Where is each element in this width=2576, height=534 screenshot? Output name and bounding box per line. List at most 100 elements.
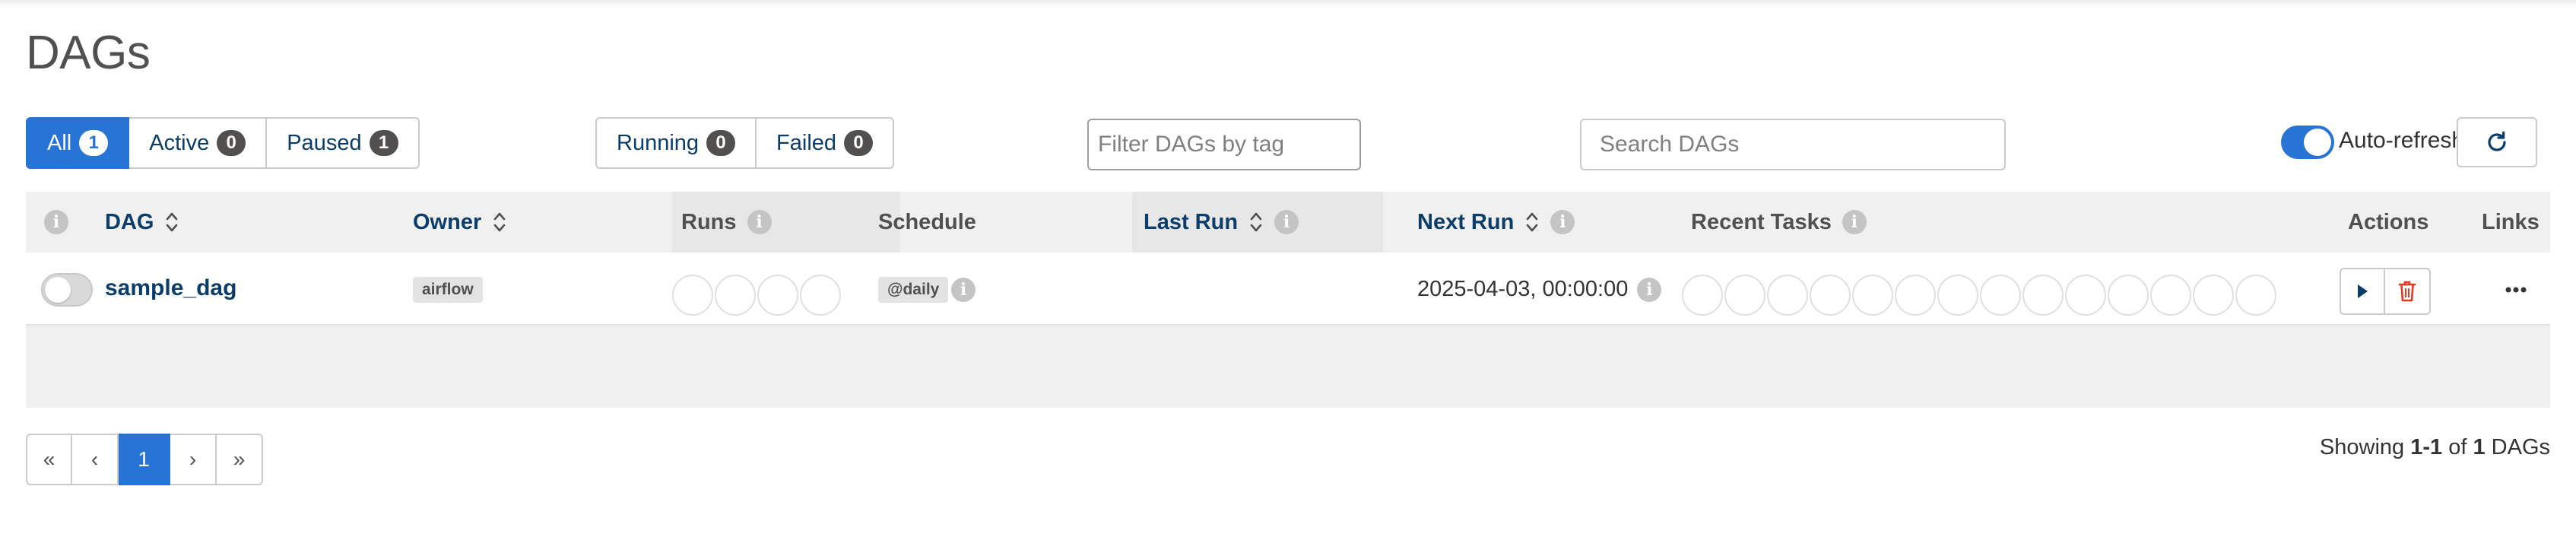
last-page-button[interactable]: » — [217, 434, 263, 485]
run-state-circle[interactable] — [757, 275, 798, 316]
showing-summary: Showing 1-1 of 1 DAGs — [2320, 435, 2550, 460]
filter-paused-count: 1 — [369, 130, 398, 156]
refresh-icon — [2488, 131, 2506, 151]
filter-active-label: Active — [149, 130, 210, 155]
filter-all-count: 1 — [79, 130, 109, 156]
owner-label[interactable]: airflow — [413, 277, 483, 303]
summary-suffix: DAGs — [2491, 435, 2550, 459]
run-state-circle[interactable] — [715, 275, 756, 316]
header-recent-tasks: Recent Tasks i — [1691, 192, 1867, 253]
header-owner-label: Owner — [413, 209, 482, 234]
filter-running-button[interactable]: Running 0 — [595, 117, 757, 169]
task-state-circle[interactable] — [1767, 275, 1808, 316]
ellipsis-icon[interactable] — [2505, 278, 2527, 301]
run-filter-group: Running 0 Failed 0 — [595, 117, 895, 169]
delete-dag-button[interactable] — [2385, 268, 2431, 315]
info-icon[interactable]: i — [1637, 277, 1662, 302]
filter-failed-button[interactable]: Failed 0 — [757, 117, 895, 169]
dags-table: i DAG Owner Runs i Schedule Last Run i N… — [26, 192, 2550, 408]
search-dags-input[interactable] — [1580, 119, 2006, 170]
header-owner[interactable]: Owner — [413, 192, 507, 253]
sort-icon — [493, 212, 506, 232]
header-runs: Runs i — [681, 192, 772, 253]
summary-prefix: Showing — [2319, 435, 2405, 459]
page-title: DAGs — [26, 27, 151, 79]
filter-running-label: Running — [617, 130, 700, 155]
task-state-circle[interactable] — [2022, 275, 2064, 316]
task-state-circle[interactable] — [2193, 275, 2234, 316]
header-dag[interactable]: DAG — [105, 192, 179, 253]
filter-failed-count: 0 — [844, 130, 874, 156]
refresh-button[interactable] — [2457, 117, 2537, 167]
table-empty-area — [26, 326, 2550, 408]
first-page-button[interactable]: « — [26, 434, 72, 485]
task-state-circle[interactable] — [1980, 275, 2021, 316]
filter-active-button[interactable]: Active 0 — [129, 117, 268, 169]
task-state-circle[interactable] — [2150, 275, 2191, 316]
header-actions-label: Actions — [2348, 209, 2429, 234]
info-icon[interactable]: i — [747, 210, 772, 234]
next-page-button[interactable]: › — [170, 434, 217, 485]
filter-failed-label: Failed — [776, 130, 837, 155]
task-state-circle[interactable] — [1682, 275, 1723, 316]
sort-icon — [167, 212, 178, 232]
header-links: Links — [2482, 192, 2540, 253]
auto-refresh-toggle[interactable] — [2281, 126, 2334, 159]
info-icon[interactable]: i — [1842, 210, 1867, 234]
filter-running-count: 0 — [706, 130, 736, 156]
summary-of: of — [2448, 435, 2467, 459]
status-filter-group: All 1 Active 0 Paused 1 — [26, 117, 420, 169]
run-state-circle[interactable] — [800, 275, 841, 316]
task-state-circle[interactable] — [1810, 275, 1851, 316]
next-run-value: 2025-04-03, 00:00:00 — [1417, 277, 1629, 301]
trigger-dag-button[interactable] — [2340, 268, 2385, 315]
dag-runs-circles — [672, 275, 841, 316]
run-state-circle[interactable] — [672, 275, 713, 316]
info-icon: i — [44, 210, 68, 234]
topbar-shadow — [0, 0, 2576, 8]
task-state-circle[interactable] — [1895, 275, 1936, 316]
summary-total: 1 — [2473, 435, 2486, 459]
pagination: « ‹ 1 › » — [26, 434, 263, 485]
tag-filter-input[interactable] — [1087, 119, 1361, 170]
toggle-knob — [2304, 129, 2331, 156]
toggle-knob — [45, 277, 71, 303]
header-next-run-label: Next Run — [1417, 209, 1515, 234]
next-run-cell: 2025-04-03, 00:00:00 i — [1417, 277, 1662, 302]
filter-active-count: 0 — [217, 130, 246, 156]
info-icon[interactable]: i — [951, 278, 976, 302]
header-actions: Actions — [2348, 192, 2428, 253]
header-schedule: Schedule — [878, 192, 976, 253]
schedule-label[interactable]: @daily — [878, 277, 949, 303]
task-state-circle[interactable] — [1937, 275, 1978, 316]
header-last-run[interactable]: Last Run i — [1144, 192, 1299, 253]
sort-icon — [1250, 212, 1262, 232]
recent-tasks-circles — [1682, 275, 2276, 316]
task-state-circle[interactable] — [2235, 275, 2276, 316]
play-icon — [2358, 284, 2368, 298]
row-actions — [2340, 268, 2431, 315]
dag-id-link[interactable]: sample_dag — [105, 275, 236, 301]
trash-icon — [2398, 281, 2416, 302]
info-icon[interactable]: i — [1550, 210, 1575, 234]
header-dag-label: DAG — [105, 209, 154, 234]
sort-icon — [1526, 212, 1538, 232]
table-header: i DAG Owner Runs i Schedule Last Run i N… — [26, 192, 2550, 253]
auto-refresh-label: Auto-refresh — [2339, 128, 2465, 153]
task-state-circle[interactable] — [1852, 275, 1893, 316]
task-state-circle[interactable] — [2108, 275, 2149, 316]
header-links-label: Links — [2482, 209, 2540, 234]
filter-paused-button[interactable]: Paused 1 — [267, 117, 420, 169]
header-schedule-label: Schedule — [878, 209, 976, 234]
task-state-circle[interactable] — [1724, 275, 1765, 316]
task-state-circle[interactable] — [2065, 275, 2106, 316]
header-status-info: i — [44, 192, 68, 253]
header-last-run-label: Last Run — [1144, 209, 1239, 234]
header-next-run[interactable]: Next Run i — [1417, 192, 1575, 253]
summary-range: 1-1 — [2410, 435, 2443, 459]
info-icon[interactable]: i — [1274, 210, 1299, 234]
dag-pause-toggle[interactable] — [41, 273, 93, 307]
current-page-button[interactable]: 1 — [119, 434, 170, 485]
filter-all-button[interactable]: All 1 — [26, 117, 130, 169]
prev-page-button[interactable]: ‹ — [72, 434, 119, 485]
